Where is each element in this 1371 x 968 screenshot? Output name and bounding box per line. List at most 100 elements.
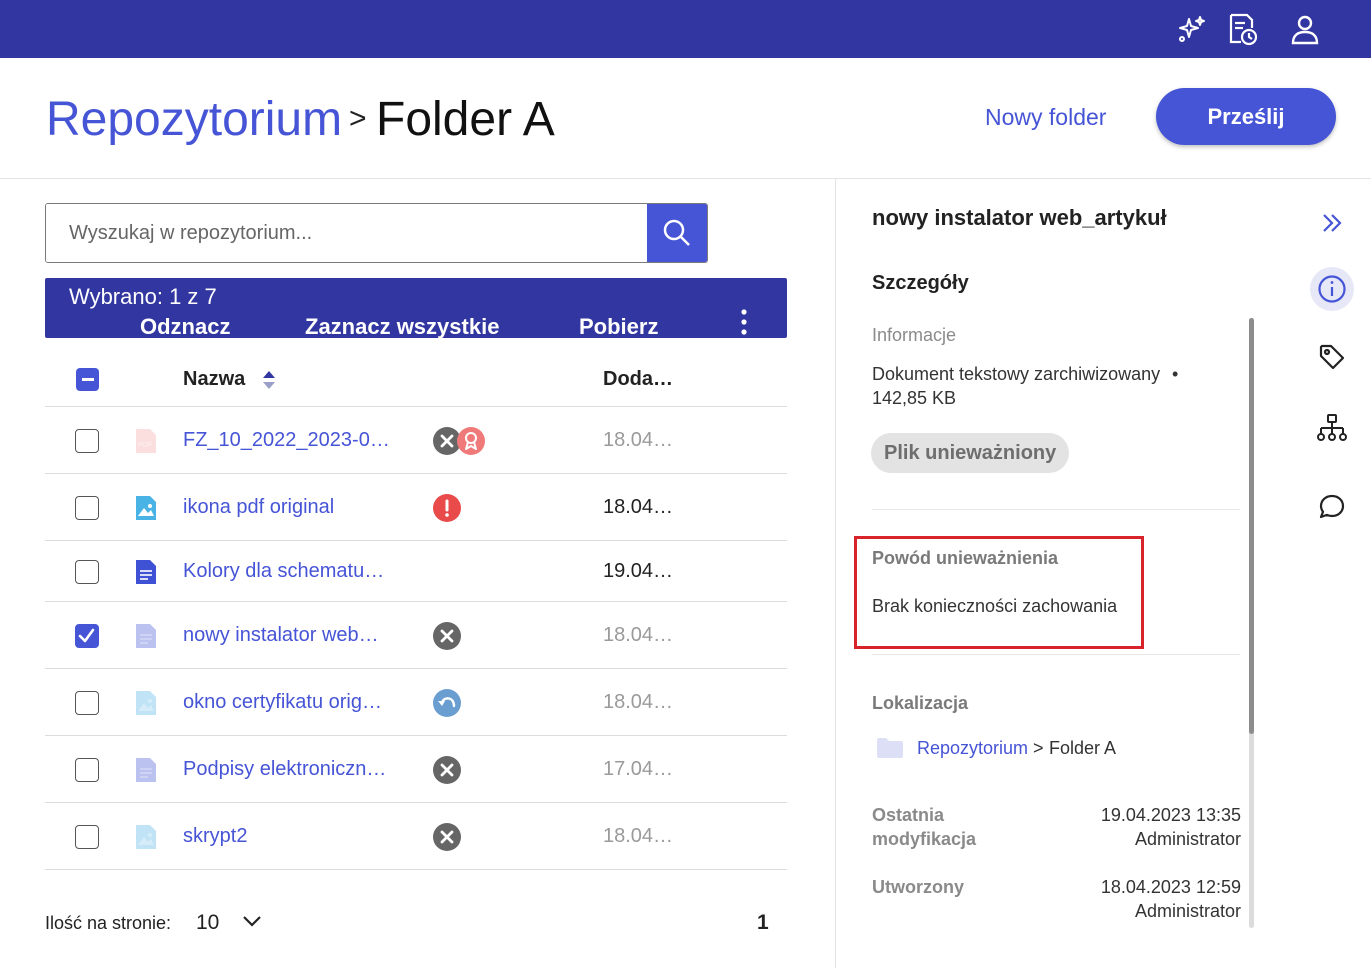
status-icons: [432, 493, 462, 523]
collapse-icon[interactable]: [1310, 201, 1354, 245]
pdf-file-icon: PDF: [135, 428, 157, 454]
row-checkbox[interactable]: [75, 560, 99, 584]
more-options-icon[interactable]: [739, 308, 749, 336]
folder-icon: [877, 738, 903, 758]
details-title: nowy instalator web_artykuł: [872, 205, 1167, 230]
text-document-icon: [135, 757, 157, 783]
image-file-icon: [135, 495, 157, 521]
file-date: 18.04…: [603, 496, 674, 518]
file-name-link[interactable]: skrypt2: [183, 825, 247, 848]
sort-icon[interactable]: [262, 370, 276, 390]
modified-label-line2: modyfikacja: [872, 829, 977, 849]
divider: [872, 509, 1240, 510]
invalidated-icon: [433, 823, 461, 851]
file-date: 19.04…: [603, 560, 674, 582]
row-checkbox[interactable]: [75, 758, 99, 782]
new-folder-button[interactable]: Nowy folder: [985, 104, 1106, 131]
file-date: 17.04…: [603, 758, 674, 780]
certificate-icon: [457, 427, 485, 455]
scrollbar-thumb[interactable]: [1249, 318, 1254, 734]
table-header: Nazwa Doda…: [45, 352, 787, 407]
created-label: Utworzony: [872, 877, 964, 897]
tag-icon[interactable]: [1310, 335, 1354, 379]
file-name-link[interactable]: ikona pdf original: [183, 496, 334, 519]
hierarchy-icon[interactable]: [1310, 406, 1354, 450]
select-all-checkbox[interactable]: [76, 368, 99, 391]
row-checkbox[interactable]: [75, 691, 99, 715]
search-button[interactable]: [647, 204, 707, 262]
download-button[interactable]: Pobierz: [579, 314, 658, 340]
file-type: Dokument tekstowy zarchiwizowany: [872, 364, 1161, 384]
search-input[interactable]: [46, 204, 649, 262]
status-icons: [432, 822, 462, 852]
file-name-link[interactable]: FZ_10_2022_2023-0…: [183, 429, 390, 452]
select-all-button[interactable]: Zaznacz wszystkie: [305, 314, 499, 340]
row-checkbox[interactable]: [75, 624, 99, 648]
status-icons: [432, 755, 462, 785]
table-row[interactable]: Podpisy elektroniczn… 17.04…: [45, 736, 787, 803]
current-page[interactable]: 1: [757, 911, 769, 935]
text-document-icon: [135, 623, 157, 649]
table-row[interactable]: PDF FZ_10_2022_2023-0… 18.04…: [45, 407, 787, 474]
text-document-icon: [135, 559, 157, 585]
location-root-link[interactable]: Repozytorium: [917, 738, 1028, 759]
info-icon[interactable]: [1310, 267, 1354, 311]
invalidation-reason: Brak konieczności zachowania: [872, 596, 1118, 616]
panel-divider: [835, 179, 836, 968]
details-section-heading: Szczegóły: [872, 272, 969, 294]
info-label: Informacje: [872, 325, 957, 345]
table-row[interactable]: ikona pdf original 18.04…: [45, 474, 787, 541]
created-by: Administrator: [1134, 901, 1241, 921]
row-checkbox[interactable]: [75, 429, 99, 453]
deselect-button[interactable]: Odznacz: [140, 314, 230, 340]
location-separator: >: [1033, 738, 1044, 758]
status-badge: Plik unieważniony: [871, 433, 1070, 473]
file-date: 18.04…: [603, 624, 674, 646]
row-checkbox[interactable]: [75, 825, 99, 849]
invalidated-icon: [433, 756, 461, 784]
file-size: 142,85 KB: [872, 388, 957, 408]
image-file-icon: [135, 690, 157, 716]
table-row[interactable]: Kolory dla schematu… 19.04…: [45, 541, 787, 602]
row-checkbox[interactable]: [75, 496, 99, 520]
document-clock-icon[interactable]: [1225, 12, 1259, 46]
invalidation-reason-label: Powód unieważnienia: [872, 548, 1059, 568]
column-name-header[interactable]: Nazwa: [183, 368, 245, 391]
breadcrumb-separator: >: [349, 102, 367, 135]
error-icon: [433, 494, 461, 522]
per-page-select[interactable]: 10: [196, 911, 219, 935]
file-name-link[interactable]: nowy instalator web…: [183, 624, 379, 647]
file-date: 18.04…: [603, 429, 674, 451]
file-name-link[interactable]: okno certyfikatu orig…: [183, 691, 382, 714]
file-name-link[interactable]: Podpisy elektroniczn…: [183, 758, 386, 781]
file-date: 18.04…: [603, 691, 674, 713]
check-icon: [78, 628, 95, 643]
breadcrumb-root-link[interactable]: Repozytorium: [46, 92, 342, 147]
divider: [872, 654, 1240, 655]
selection-count: Wybrano: 1 z 7: [69, 284, 217, 309]
status-icons: [432, 426, 486, 456]
invalidated-icon: [433, 622, 461, 650]
file-date: 18.04…: [603, 825, 674, 847]
chevron-down-icon[interactable]: [242, 914, 262, 928]
table-row[interactable]: nowy instalator web… 18.04…: [45, 602, 787, 669]
table-row[interactable]: skrypt2 18.04…: [45, 803, 787, 870]
restore-icon: [433, 689, 461, 717]
location-label: Lokalizacja: [872, 693, 969, 713]
status-icons: [432, 688, 462, 718]
created-date: 18.04.2023 12:59: [1100, 877, 1241, 897]
top-bar: [0, 0, 1371, 58]
search-bar: [45, 203, 708, 263]
column-date-header[interactable]: Doda…: [603, 368, 673, 391]
sparkle-icon[interactable]: [1175, 12, 1209, 46]
table-row[interactable]: okno certyfikatu orig… 18.04…: [45, 669, 787, 736]
svg-text:PDF: PDF: [138, 442, 153, 449]
upload-button[interactable]: Prześlij: [1156, 88, 1336, 145]
search-icon: [663, 219, 690, 246]
page-title: Folder A: [376, 93, 555, 146]
comment-icon[interactable]: [1310, 485, 1354, 529]
file-name-link[interactable]: Kolory dla schematu…: [183, 560, 384, 583]
info-bullet: •: [1172, 364, 1179, 384]
user-icon[interactable]: [1288, 12, 1322, 46]
image-file-icon: [135, 824, 157, 850]
